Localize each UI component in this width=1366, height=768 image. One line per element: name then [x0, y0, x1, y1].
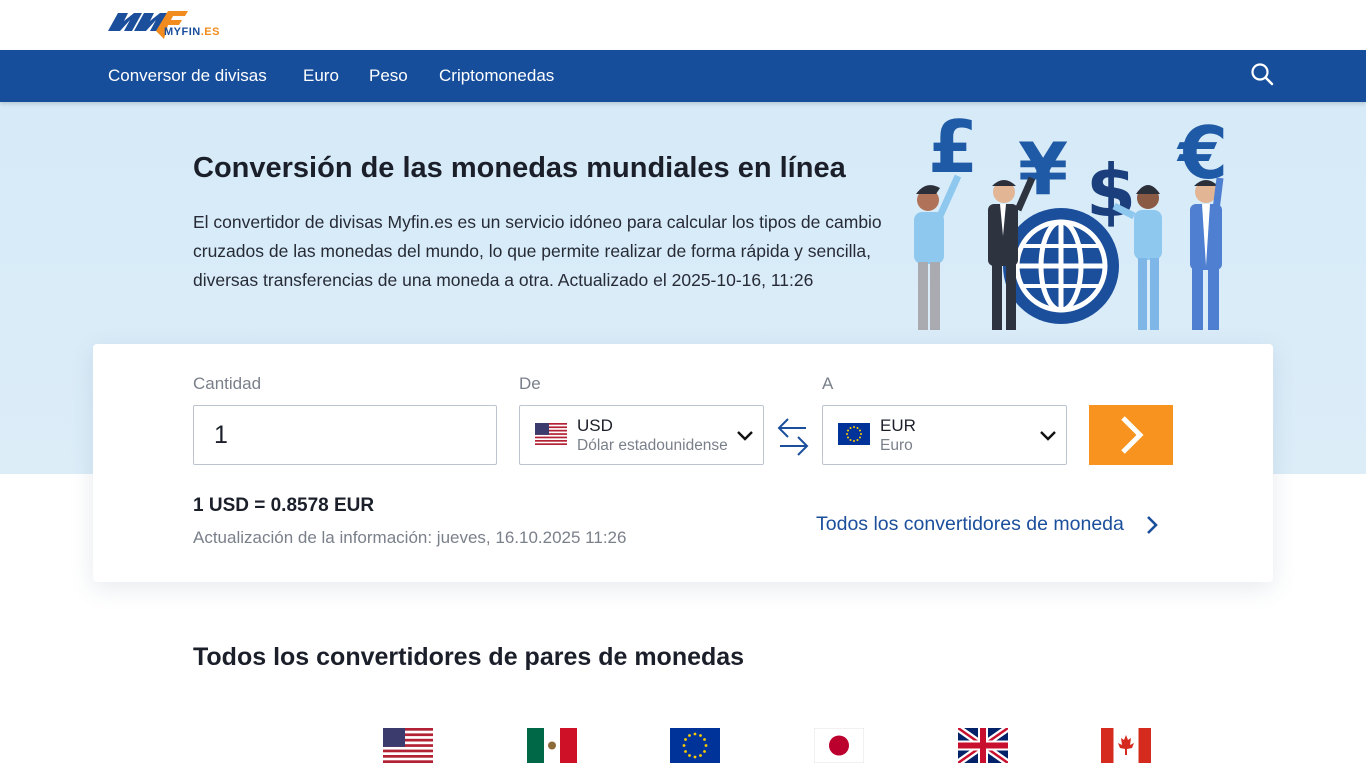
hero-description: El convertidor de divisas Myfin.es es un… — [193, 212, 882, 290]
convert-button[interactable] — [1089, 405, 1173, 465]
gb-flag-icon[interactable] — [958, 728, 1008, 763]
currency-people-illustration: £ ¥ $ € — [914, 106, 1228, 330]
from-currency-name: Dólar estadounidense — [577, 437, 728, 454]
nav-item-currency-converter[interactable]: Conversor de divisas — [108, 66, 267, 86]
search-icon[interactable] — [1250, 62, 1274, 86]
conversion-result: 1 USD = 0.8578 EUR — [193, 495, 375, 516]
ca-flag-icon[interactable] — [1101, 728, 1151, 763]
pairs-section-title: Todos los convertidores de pares de mone… — [193, 643, 745, 671]
nav-item-euro[interactable]: Euro — [303, 66, 339, 86]
to-currency-code: EUR — [880, 416, 916, 435]
us-flag-icon — [535, 423, 567, 445]
jp-flag-icon[interactable] — [814, 728, 864, 763]
chevron-down-icon — [1040, 431, 1056, 441]
eu-flag-icon — [838, 423, 870, 445]
main-nav: Conversor de divisas Euro Peso Criptomon… — [0, 50, 1366, 102]
converter-card: Cantidad De USD Dólar estadounidense A — [93, 344, 1273, 582]
svg-text:£: £ — [928, 106, 978, 189]
to-currency-select[interactable]: EUR Euro — [822, 405, 1067, 465]
update-timestamp: Actualización de la información: jueves,… — [193, 528, 627, 547]
page-title: Conversión de las monedas mundiales en l… — [193, 152, 846, 184]
amount-input[interactable] — [193, 405, 497, 465]
nav-item-crypto[interactable]: Criptomonedas — [439, 66, 554, 86]
site-logo[interactable]: MYFIN.ES — [108, 9, 232, 41]
top-bar: MYFIN.ES — [0, 0, 1366, 50]
chevron-right-icon — [1121, 416, 1144, 454]
us-flag-icon[interactable] — [383, 728, 433, 763]
amount-label: Cantidad — [193, 374, 262, 393]
swap-arrows-icon[interactable] — [776, 416, 810, 458]
eu-flag-icon[interactable] — [670, 728, 720, 763]
from-currency-select[interactable]: USD Dólar estadounidense — [519, 405, 764, 465]
to-currency-name: Euro — [880, 437, 913, 454]
chevron-down-icon — [737, 431, 753, 441]
nav-item-peso[interactable]: Peso — [369, 66, 408, 86]
mx-flag-icon[interactable] — [527, 728, 577, 763]
logo-text: MYFIN.ES — [164, 26, 220, 38]
from-label: De — [519, 374, 541, 393]
chevron-right-icon[interactable] — [1144, 514, 1160, 536]
to-label: A — [822, 374, 834, 393]
all-converters-link[interactable]: Todos los convertidores de moneda — [816, 513, 1124, 536]
from-currency-code: USD — [577, 416, 613, 435]
